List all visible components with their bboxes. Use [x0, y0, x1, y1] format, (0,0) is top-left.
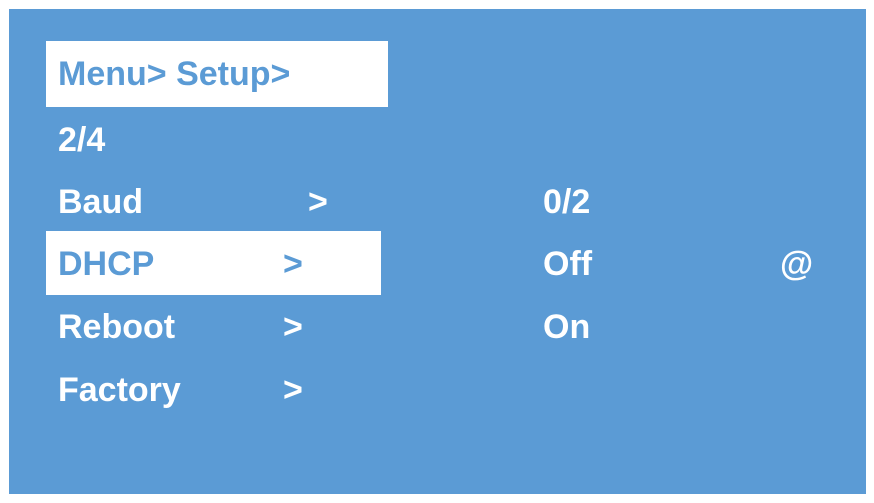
breadcrumb: Menu> Setup>	[58, 55, 291, 93]
menu-item-dhcp[interactable]: DHCP >	[46, 231, 381, 295]
option-label: On	[543, 308, 591, 346]
menu-item-arrow: >	[283, 308, 303, 346]
menu-item-label: Factory	[58, 371, 181, 409]
menu-item-label: Baud	[58, 183, 143, 221]
option-indicator: 0/2	[543, 183, 591, 221]
current-option-marker: @	[780, 245, 814, 283]
menu-item-arrow: >	[283, 371, 303, 409]
page-indicator: 2/4	[58, 121, 106, 159]
menu-item-arrow: >	[308, 183, 328, 221]
menu-item-label: Reboot	[58, 308, 176, 346]
menu-item-arrow: >	[283, 245, 303, 283]
menu-item-label: DHCP	[58, 245, 155, 283]
option-label: Off	[543, 245, 593, 283]
breadcrumb-highlight: Menu> Setup>	[46, 41, 388, 107]
osd-screen: Menu> Setup> 2/4 Baud > DHCP > Reboot > …	[9, 9, 866, 494]
